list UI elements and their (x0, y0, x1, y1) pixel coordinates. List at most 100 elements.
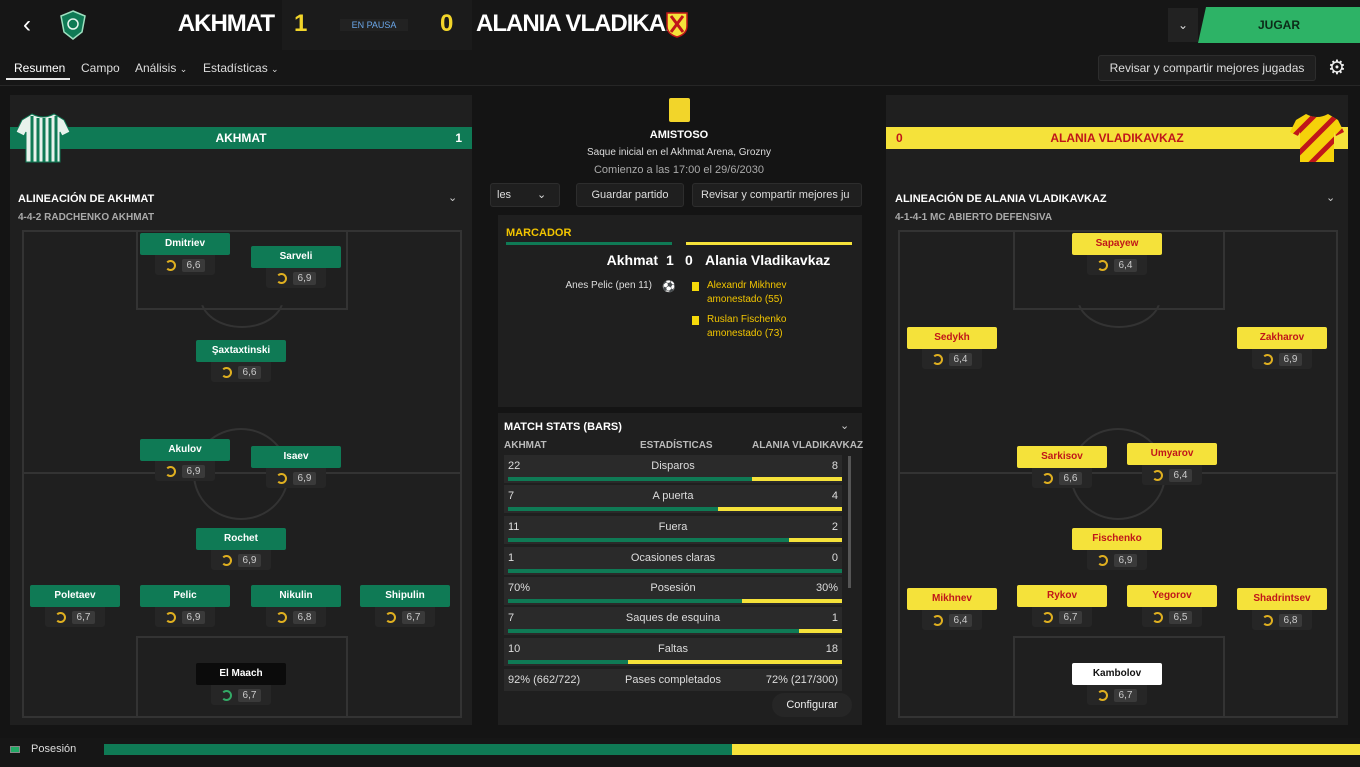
ball-icon: ⚽ (662, 281, 676, 293)
stat-bar-home (508, 507, 718, 511)
away-shirt-icon (1290, 114, 1344, 162)
stat-row: 70% Posesión 30% (504, 577, 842, 605)
rating-icon (1096, 689, 1108, 701)
chevron-down-icon[interactable]: ⌄ (448, 191, 457, 204)
rating-icon (1261, 353, 1273, 365)
chevron-down-icon[interactable]: ⌄ (840, 419, 849, 432)
sc-away-name: Alania Vladikavkaz (705, 252, 831, 268)
player-rating: 6,4 (1142, 465, 1202, 485)
player-card[interactable]: Shadrintsev 6,8 (1237, 588, 1327, 632)
player-rating: 6,6 (211, 362, 271, 382)
player-name: Fischenko (1072, 528, 1162, 550)
share-highlights-button-2[interactable]: Revisar y compartir mejores ju (692, 183, 862, 207)
player-rating: 6,9 (155, 607, 215, 627)
stat-bar-away (628, 660, 842, 664)
player-name: Sarkisov (1017, 446, 1107, 468)
pitch-icon (10, 746, 20, 753)
player-name: Poletaev (30, 585, 120, 607)
player-card[interactable]: Nikulin 6,8 (251, 585, 341, 629)
chevron-down-icon[interactable]: ⌄ (1168, 8, 1198, 42)
player-card[interactable]: Rochet 6,9 (196, 528, 286, 572)
configure-button[interactable]: Configurar (772, 693, 852, 717)
player-card[interactable]: Sedykh 6,4 (907, 327, 997, 371)
stat-bar-away (789, 538, 842, 542)
rating-icon (1041, 472, 1053, 484)
save-match-button[interactable]: Guardar partido (576, 183, 684, 207)
stat-bar-home (508, 569, 842, 573)
player-rating: 6,4 (922, 349, 982, 369)
player-rating: 6,7 (375, 607, 435, 627)
player-card[interactable]: Dmitriev 6,6 (140, 233, 230, 277)
player-card[interactable]: Sapayew 6,4 (1072, 233, 1162, 277)
player-card[interactable]: El Maach 6,7 (196, 663, 286, 707)
stat-row: 10 Faltas 18 (504, 638, 842, 666)
tab-resumen[interactable]: Resumen (14, 61, 65, 75)
player-rating: 6,9 (266, 468, 326, 488)
player-rating: 6,6 (1032, 468, 1092, 488)
tab-analisis-label: Análisis (135, 61, 177, 75)
player-rating: 6,7 (1032, 607, 1092, 627)
gear-icon[interactable]: ⚙ (1324, 55, 1350, 81)
player-card[interactable]: Yegorov 6,5 (1127, 585, 1217, 629)
stat-bar-away (752, 477, 842, 481)
player-name: El Maach (196, 663, 286, 685)
stat-label: Posesión (650, 582, 696, 594)
player-rating: 6,4 (922, 610, 982, 630)
card-event-name: Alexandr Mikhnev (707, 280, 787, 291)
rating-icon (1096, 259, 1108, 271)
options-dropdown[interactable]: les ⌄ (490, 183, 560, 207)
rating-icon (275, 472, 287, 484)
player-card[interactable]: Kambolov 6,7 (1072, 663, 1162, 707)
player-card[interactable]: Akulov 6,9 (140, 439, 230, 483)
stat-bar-home (508, 599, 742, 603)
player-card[interactable]: Pelic 6,9 (140, 585, 230, 629)
player-card[interactable]: Fischenko 6,9 (1072, 528, 1162, 572)
rating-value: 6,4 (1113, 258, 1138, 272)
stat-away-value: 30% (815, 582, 838, 594)
home-shirt-icon (15, 113, 71, 163)
player-card[interactable]: Mikhnev 6,4 (907, 588, 997, 632)
player-card[interactable]: Poletaev 6,7 (30, 585, 120, 629)
player-card[interactable]: Shipulin 6,7 (360, 585, 450, 629)
player-name: Pelic (140, 585, 230, 607)
rating-icon (384, 611, 396, 623)
chevron-down-icon: ⌄ (537, 189, 547, 201)
stat-away-value: 0 (831, 552, 838, 564)
away-bar-name: ALANIA VLADIKAVKAZ (1050, 131, 1184, 145)
stat-bar-away (742, 599, 842, 603)
chevron-down-icon[interactable]: ⌄ (1326, 191, 1335, 204)
player-name: Zakharov (1237, 327, 1327, 349)
player-rating: 6,8 (1252, 610, 1312, 630)
rating-icon (1151, 469, 1163, 481)
player-card[interactable]: Sarkisov 6,6 (1017, 446, 1107, 490)
play-button[interactable]: JUGAR (1198, 7, 1360, 43)
player-card[interactable]: Umyarov 6,4 (1127, 443, 1217, 487)
tab-campo[interactable]: Campo (81, 61, 120, 75)
back-button[interactable]: ‹ (14, 12, 40, 38)
away-lineup-title: ALINEACIÓN DE ALANIA VLADIKAVKAZ (895, 193, 1107, 205)
player-card[interactable]: Sarveli 6,9 (251, 246, 341, 290)
yellow-card-icon (692, 316, 699, 325)
share-highlights-button[interactable]: Revisar y compartir mejores jugadas (1098, 55, 1316, 81)
player-card[interactable]: Isaev 6,9 (251, 446, 341, 490)
player-card[interactable]: Şaxtaxtinski 6,6 (196, 340, 286, 384)
tab-analisis[interactable]: Análisis ⌄ (135, 61, 187, 75)
rating-value: 6,8 (1278, 613, 1303, 627)
rating-value: 6,9 (237, 553, 262, 567)
player-card[interactable]: Rykov 6,7 (1017, 585, 1107, 629)
tab-estadisticas-label: Estadísticas (203, 61, 268, 75)
home-bar-name: AKHMAT (215, 131, 267, 145)
stats-scrollbar[interactable] (848, 456, 851, 588)
rating-value: 6,9 (181, 464, 206, 478)
player-name: Kambolov (1072, 663, 1162, 685)
player-rating: 6,5 (1142, 607, 1202, 627)
player-card[interactable]: Zakharov 6,9 (1237, 327, 1327, 371)
rating-value: 6,9 (292, 471, 317, 485)
rating-icon (220, 554, 232, 566)
tab-estadisticas[interactable]: Estadísticas ⌄ (203, 61, 279, 75)
stat-away-value: 72% (217/300) (765, 674, 838, 686)
footer-possession-home (104, 744, 732, 755)
player-rating: 6,7 (45, 607, 105, 627)
stat-label: Disparos (651, 460, 695, 472)
rating-icon (1041, 611, 1053, 623)
